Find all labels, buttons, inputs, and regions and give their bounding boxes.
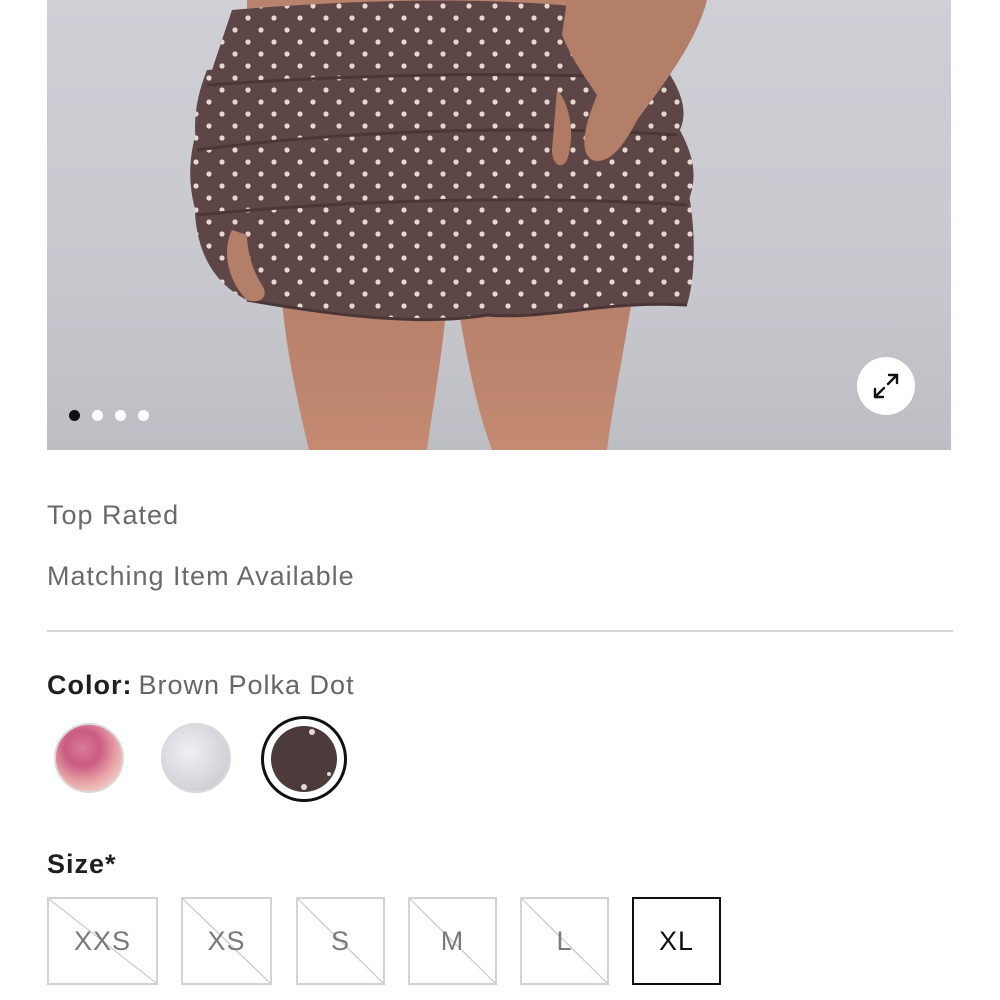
size-option-xl[interactable]: XL [632,897,721,985]
color-selector-label: Color: Brown Polka Dot [47,670,355,701]
top-rated-label: Top Rated [47,500,180,530]
size-option-label: XS [207,925,246,956]
size-selector-label: Size* [47,849,117,879]
size-option-xxs[interactable]: XXS [47,897,158,985]
color-swatch-brown-polka-dot[interactable] [261,716,347,802]
size-option-label: S [330,925,350,956]
carousel-dot-1[interactable] [69,410,80,421]
size-option-l[interactable]: L [520,897,609,985]
carousel-dot-4[interactable] [138,410,149,421]
product-image[interactable] [47,0,951,450]
size-option-label: M [440,925,465,956]
divider [47,630,953,632]
size-option-label: XL [658,925,695,956]
size-option-label: L [556,925,573,956]
size-option-xs[interactable]: XS [181,897,272,985]
size-option-label: XXS [73,925,132,956]
product-photo [190,0,707,450]
carousel-dot-3[interactable] [115,410,126,421]
size-option-m[interactable]: M [408,897,497,985]
selected-color-name: Brown Polka Dot [138,670,355,700]
matching-item-label: Matching Item Available [47,561,355,591]
color-swatch-pink[interactable] [54,723,124,793]
expand-image-button[interactable] [857,357,915,415]
carousel-dot-2[interactable] [92,410,103,421]
brown-polka-dot-swatch-fill [271,726,337,792]
color-label-key: Color: [47,670,133,700]
expand-arrows-icon [873,373,899,399]
color-swatch-white[interactable] [161,723,231,793]
carousel-indicators[interactable] [69,410,149,421]
size-option-s[interactable]: S [296,897,385,985]
